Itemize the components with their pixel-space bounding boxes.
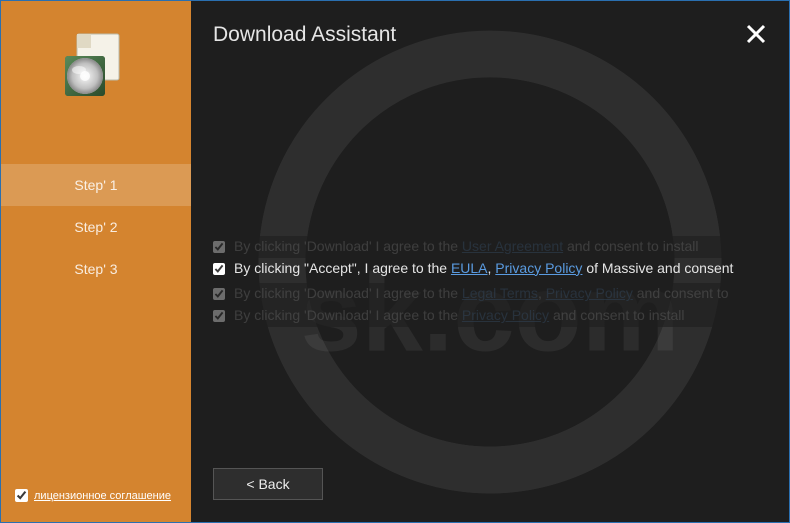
consent-checkbox-2[interactable] [213, 263, 225, 275]
close-button[interactable] [745, 23, 767, 50]
consent-text: By clicking "Accept", I agree to the [234, 260, 451, 276]
eula-link[interactable]: EULA [451, 260, 488, 276]
consent-list: By clicking 'Download' I agree to the Us… [213, 236, 767, 327]
consent-text: of Massive and consent [582, 260, 733, 276]
privacy-policy-link-3[interactable]: Privacy Policy [462, 307, 549, 323]
consent-text: and consent to install [549, 307, 684, 323]
step-1[interactable]: Step' 1 [1, 164, 191, 206]
step-2[interactable]: Step' 2 [1, 206, 191, 248]
back-button-label: < Back [246, 476, 289, 492]
close-icon [745, 23, 767, 45]
consent-checkbox-1[interactable] [213, 241, 225, 253]
consent-text: and consent to install [563, 238, 698, 254]
consent-checkbox-3[interactable] [213, 288, 225, 300]
step-3[interactable]: Step' 3 [1, 248, 191, 290]
consent-text: and consent to [633, 285, 729, 301]
installer-icon [57, 26, 135, 109]
license-agreement-row[interactable]: лицензионное соглашение [15, 489, 171, 502]
step-label: Step' 3 [74, 261, 117, 277]
consent-text: , [538, 285, 546, 301]
consent-line-1: By clicking 'Download' I agree to the Us… [213, 236, 767, 258]
privacy-policy-link-2[interactable]: Privacy Policy [546, 285, 633, 301]
license-agreement-checkbox[interactable] [15, 489, 28, 502]
consent-text: By clicking 'Download' I agree to the [234, 238, 462, 254]
step-label: Step' 1 [74, 177, 117, 193]
consent-line-2: By clicking "Accept", I agree to the EUL… [213, 258, 767, 280]
consent-line-3: By clicking 'Download' I agree to the Le… [213, 283, 767, 305]
privacy-policy-link[interactable]: Privacy Policy [495, 260, 582, 276]
consent-line-4: By clicking 'Download' I agree to the Pr… [213, 305, 767, 327]
sidebar: Step' 1 Step' 2 Step' 3 лицензионное сог… [1, 1, 191, 522]
step-label: Step' 2 [74, 219, 117, 235]
main-panel: sk.com Download Assistant By clicking 'D… [191, 1, 789, 522]
consent-text: By clicking 'Download' I agree to the [234, 285, 462, 301]
consent-checkbox-4[interactable] [213, 310, 225, 322]
user-agreement-link[interactable]: User Agreement [462, 238, 563, 254]
license-agreement-link[interactable]: лицензионное соглашение [34, 490, 171, 502]
page-title: Download Assistant [213, 23, 396, 47]
installer-window: Step' 1 Step' 2 Step' 3 лицензионное сог… [0, 0, 790, 523]
back-button[interactable]: < Back [213, 468, 323, 500]
legal-terms-link[interactable]: Legal Terms [462, 285, 538, 301]
consent-text: By clicking 'Download' I agree to the [234, 307, 462, 323]
